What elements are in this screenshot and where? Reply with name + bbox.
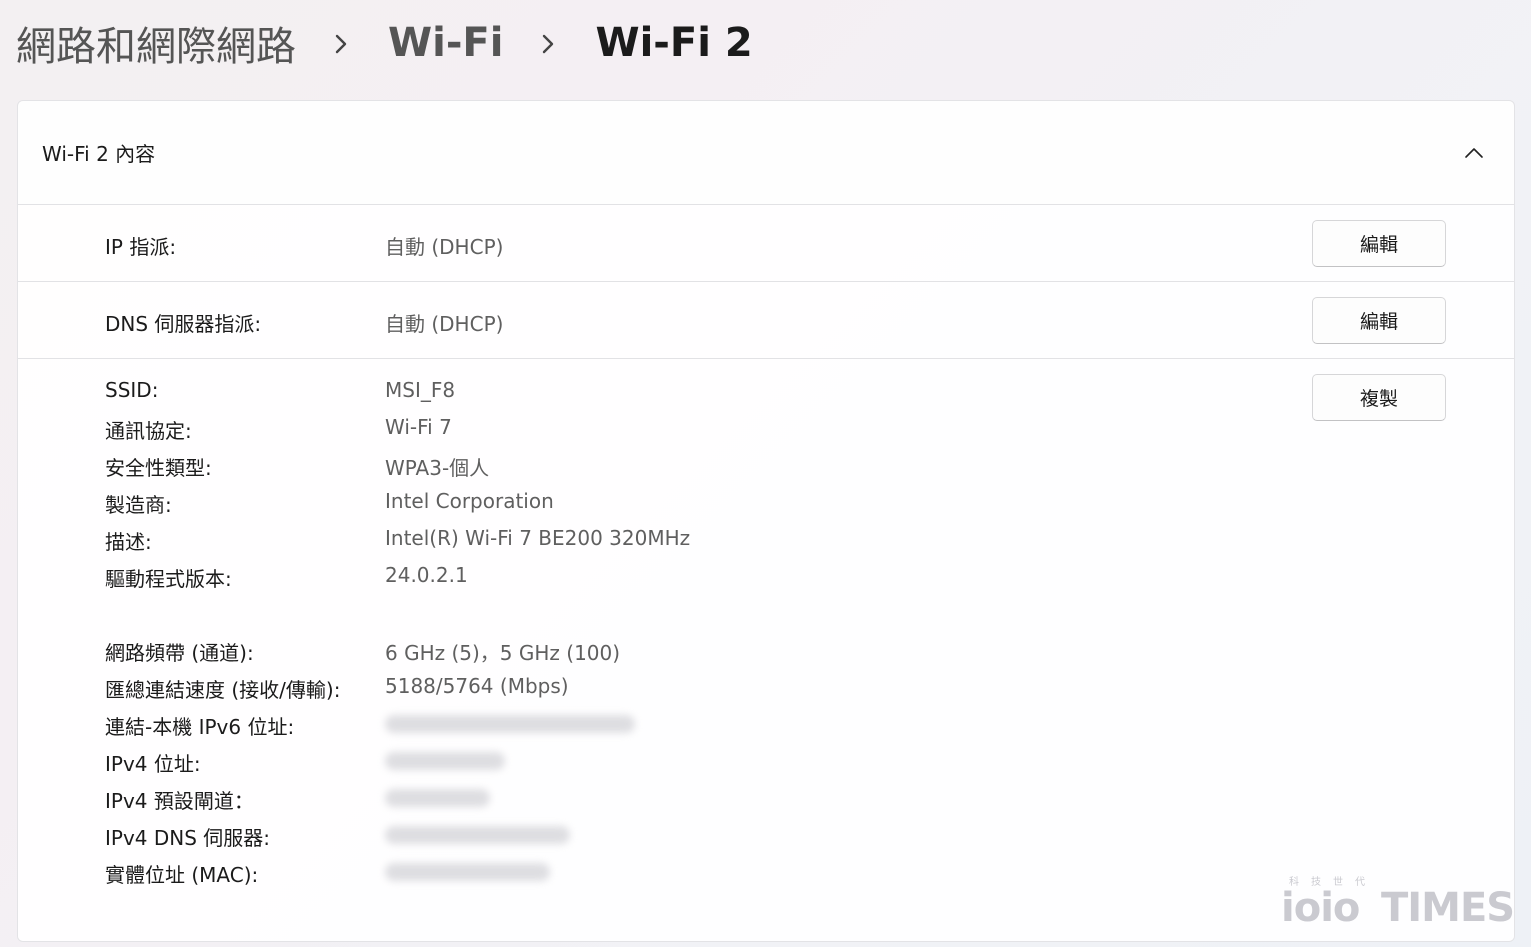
card-header[interactable]: Wi-Fi 2 內容 <box>18 101 1514 205</box>
protocol-value: Wi-Fi 7 <box>385 415 452 439</box>
ipv4-value-redacted <box>385 752 505 770</box>
link-speed-row: 匯總連結速度 (接收/傳輸): 5188/5764 (Mbps) <box>18 674 1514 711</box>
watermark-brand: ioio <box>1281 885 1360 931</box>
band-row: 網路頻帶 (通道): 6 GHz (5)，5 GHz (100) <box>18 637 1514 674</box>
dns-server-label: IPv4 DNS 伺服器: <box>105 826 271 850</box>
ssid-value: MSI_F8 <box>385 378 456 402</box>
gateway-value-redacted <box>385 789 490 807</box>
description-value: Intel(R) Wi-Fi 7 BE200 320MHz <box>385 526 691 550</box>
wifi-properties-card: Wi-Fi 2 內容 IP 指派: 自動 (DHCP) 編輯 DNS 伺服器指派… <box>17 100 1515 942</box>
breadcrumb-item-network-internet[interactable]: 網路和網際網路 <box>16 14 296 72</box>
ipv4-row: IPv4 位址: <box>18 748 1514 785</box>
ip-assignment-label: IP 指派: <box>105 235 177 259</box>
details-section: 複製 SSID: MSI_F8 通訊協定: Wi-Fi 7 安全性類型: WPA… <box>18 359 1514 941</box>
driver-value: 24.0.2.1 <box>385 563 468 587</box>
dns-assignment-row: DNS 伺服器指派: 自動 (DHCP) 編輯 <box>18 282 1514 359</box>
driver-label: 驅動程式版本: <box>105 567 232 591</box>
chevron-up-icon[interactable] <box>1458 137 1490 169</box>
description-label: 描述: <box>105 530 152 554</box>
security-label: 安全性類型: <box>105 456 212 480</box>
chevron-right-icon <box>531 23 567 63</box>
edit-dns-button[interactable]: 編輯 <box>1312 297 1446 344</box>
protocol-label: 通訊協定: <box>105 419 192 443</box>
security-row: 安全性類型: WPA3-個人 <box>18 452 1514 489</box>
card-title: Wi-Fi 2 內容 <box>42 142 156 166</box>
ssid-label: SSID: <box>105 378 159 402</box>
manufacturer-row: 製造商: Intel Corporation <box>18 489 1514 526</box>
mac-label: 實體位址 (MAC): <box>105 863 259 887</box>
breadcrumb-item-wifi[interactable]: Wi-Fi <box>388 20 503 66</box>
ip-assignment-value: 自動 (DHCP) <box>385 235 504 259</box>
driver-row: 驅動程式版本: 24.0.2.1 <box>18 563 1514 600</box>
ipv4-label: IPv4 位址: <box>105 752 201 776</box>
link-speed-value: 5188/5764 (Mbps) <box>385 674 569 698</box>
ssid-row: SSID: MSI_F8 <box>18 378 1514 415</box>
edit-ip-button[interactable]: 編輯 <box>1312 220 1446 267</box>
ip-assignment-row: IP 指派: 自動 (DHCP) 編輯 <box>18 205 1514 282</box>
gateway-row: IPv4 預設閘道： <box>18 785 1514 822</box>
page-title: Wi-Fi 2 <box>595 20 753 66</box>
manufacturer-label: 製造商: <box>105 493 172 517</box>
breadcrumb: 網路和網際網路 Wi-Fi Wi-Fi 2 <box>16 14 753 72</box>
ipv6-value-redacted <box>385 715 635 733</box>
chevron-right-icon <box>324 23 360 63</box>
dns-server-row: IPv4 DNS 伺服器: <box>18 822 1514 859</box>
mac-value-redacted <box>385 863 550 881</box>
dns-assignment-value: 自動 (DHCP) <box>385 312 504 336</box>
dns-server-value-redacted <box>385 826 570 844</box>
link-speed-label: 匯總連結速度 (接收/傳輸): <box>105 678 341 702</box>
watermark-logo: 科技世代 ioio TIMES <box>1281 873 1515 933</box>
dns-assignment-label: DNS 伺服器指派: <box>105 312 262 336</box>
watermark-times: TIMES <box>1381 885 1515 931</box>
manufacturer-value: Intel Corporation <box>385 489 554 513</box>
band-label: 網路頻帶 (通道): <box>105 641 254 665</box>
band-value: 6 GHz (5)，5 GHz (100) <box>385 641 621 665</box>
security-value: WPA3-個人 <box>385 456 490 480</box>
description-row: 描述: Intel(R) Wi-Fi 7 BE200 320MHz <box>18 526 1514 563</box>
ipv6-label: 連結-本機 IPv6 位址: <box>105 715 295 739</box>
ipv6-row: 連結-本機 IPv6 位址: <box>18 711 1514 748</box>
protocol-row: 通訊協定: Wi-Fi 7 <box>18 415 1514 452</box>
gateway-label: IPv4 預設閘道： <box>105 789 254 813</box>
